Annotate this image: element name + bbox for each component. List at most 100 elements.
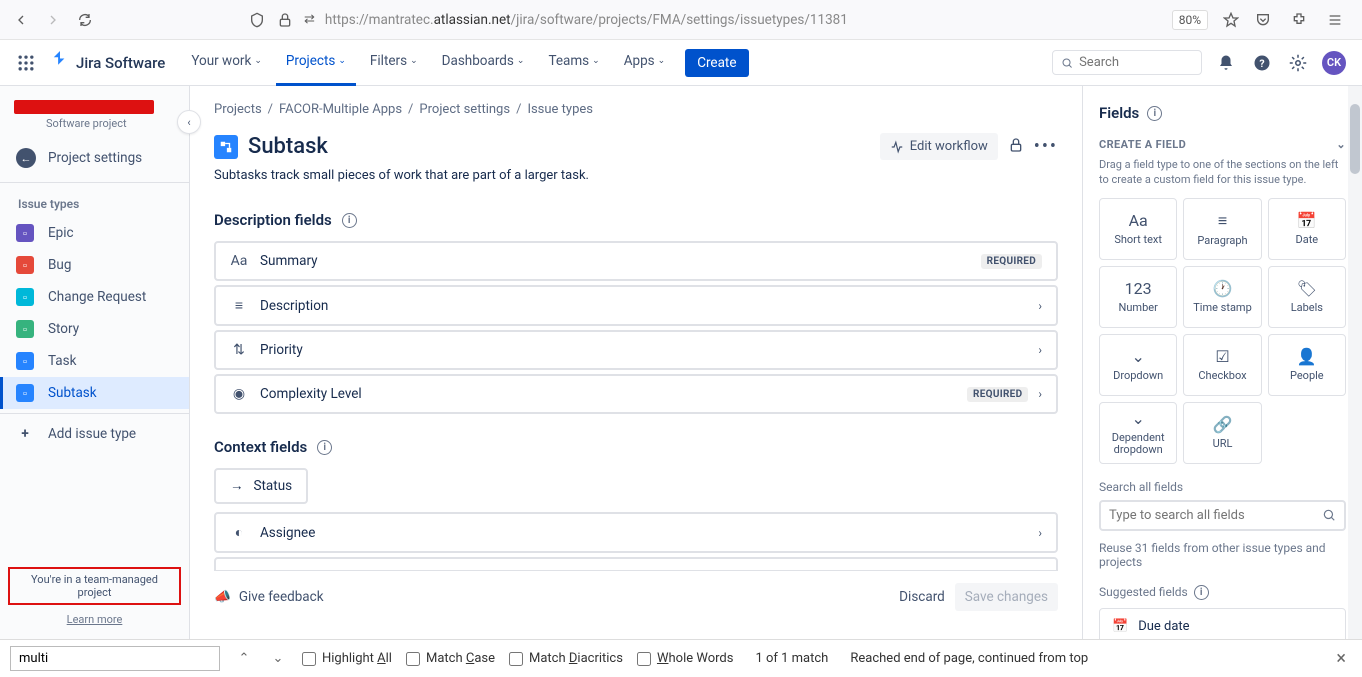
breadcrumb-item[interactable]: FACOR-Multiple Apps [279, 102, 402, 117]
issue-types-heading: Issue types [0, 187, 189, 217]
highlight-all-checkbox[interactable]: Highlight All [302, 651, 392, 666]
forward-icon[interactable] [44, 11, 62, 29]
add-issue-type[interactable]: + Add issue type [0, 418, 189, 450]
nav-your-work[interactable]: Your work⌄ [181, 40, 272, 86]
breadcrumb-item[interactable]: Issue types [527, 102, 593, 117]
field-description[interactable]: ≡Description› [214, 285, 1058, 326]
sidebar-item-change-request[interactable]: ▫Change Request [0, 281, 189, 313]
breadcrumb-item[interactable]: Project settings [419, 102, 510, 117]
status-field[interactable]: → Status [214, 468, 308, 504]
lock-icon[interactable] [276, 11, 294, 29]
field-type-short-text[interactable]: AaShort text [1099, 198, 1177, 260]
field-type-icon: ☑ [1215, 347, 1229, 366]
url-bar[interactable]: https://mantratec.atlassian.net/jira/sof… [325, 12, 848, 28]
field-type-labels[interactable]: 🏷 Labels [1268, 266, 1346, 328]
subtitle-text: Subtasks track small pieces of work that… [214, 168, 1058, 183]
sidebar-item-subtask[interactable]: ▫Subtask [0, 377, 189, 409]
learn-more-link[interactable]: Learn more [67, 613, 123, 626]
back-to-project-settings[interactable]: ← Project settings [0, 138, 189, 178]
field-type-icon: 🏷 [1297, 279, 1317, 298]
edit-workflow-button[interactable]: Edit workflow [880, 133, 998, 160]
field-type-dropdown[interactable]: ⌄Dropdown [1099, 334, 1177, 396]
menu-icon[interactable] [1326, 11, 1344, 29]
search-fields-input[interactable] [1099, 500, 1346, 531]
issue-type-icon: ▫ [16, 320, 34, 338]
nav-dashboards[interactable]: Dashboards⌄ [432, 40, 535, 86]
field-assignee[interactable]: ◐Assignee› [214, 512, 1058, 553]
info-icon[interactable]: i [1194, 585, 1209, 600]
search-fields-field[interactable] [1109, 508, 1322, 523]
field-type-dependent-dropdown[interactable]: ⌄Dependent dropdown [1099, 402, 1177, 464]
search-input[interactable] [1052, 50, 1202, 75]
pocket-icon[interactable] [1254, 11, 1272, 29]
collapse-sidebar-button[interactable]: ‹ [177, 110, 201, 134]
avatar[interactable]: CK [1322, 51, 1346, 75]
suggested-fields-label: Suggested fields [1099, 585, 1188, 599]
create-field-toggle[interactable]: CREATE A FIELD ⌄ [1099, 138, 1346, 151]
field-type-label: Labels [1291, 302, 1323, 314]
give-feedback-button[interactable]: 📣 Give feedback [214, 589, 324, 605]
info-icon[interactable]: i [342, 213, 357, 228]
suggested-field-due-date[interactable]: 📅 Due date [1099, 608, 1346, 639]
field-type-time-stamp[interactable]: 🕐Time stamp [1183, 266, 1261, 328]
help-icon[interactable]: ? [1250, 51, 1274, 75]
field-type-url[interactable]: 🔗URL [1183, 402, 1261, 464]
field-type-people[interactable]: 👤People [1268, 334, 1346, 396]
restrictions-icon[interactable] [1008, 137, 1024, 157]
create-button[interactable]: Create [685, 49, 748, 77]
breadcrumb-item[interactable]: Projects [214, 102, 262, 117]
sidebar-item-label: Story [48, 321, 79, 337]
sidebar-item-story[interactable]: ▫ Story [0, 313, 189, 345]
issue-type-icon: ▫ [16, 256, 34, 274]
sidebar-item-bug[interactable]: ▫ Bug [0, 249, 189, 281]
required-badge: REQUIRED [967, 387, 1028, 402]
permissions-icon[interactable]: ⇄ [304, 11, 315, 29]
field-type-date[interactable]: 📅Date [1268, 198, 1346, 260]
zoom-level[interactable]: 80% [1172, 10, 1208, 30]
scrollbar-thumb[interactable] [1350, 104, 1360, 174]
info-icon[interactable]: i [1147, 106, 1162, 121]
back-icon[interactable] [12, 11, 30, 29]
field-type-paragraph[interactable]: ≡Paragraph [1183, 198, 1261, 260]
reload-icon[interactable] [76, 11, 94, 29]
field-summary[interactable]: AaSummaryREQUIRED [214, 241, 1058, 281]
field-complexity-level[interactable]: ◉Complexity LevelREQUIRED› [214, 374, 1058, 414]
find-next-icon[interactable]: ⌄ [268, 649, 288, 669]
field-priority[interactable]: ⇅Priority› [214, 330, 1058, 370]
info-icon[interactable]: i [317, 440, 332, 455]
match-diacritics-checkbox[interactable]: Match Diacritics [509, 651, 623, 666]
chevron-down-icon: ⌄ [517, 56, 525, 66]
sidebar-item-task[interactable]: ▫Task [0, 345, 189, 377]
extensions-icon[interactable] [1290, 11, 1308, 29]
discard-button[interactable]: Discard [889, 583, 955, 611]
shield-icon[interactable] [248, 11, 266, 29]
sidebar-item-label: Bug [48, 257, 71, 273]
field-type-icon: 123 [1125, 279, 1152, 298]
chevron-down-icon: ⌄ [338, 56, 346, 66]
field-type-checkbox[interactable]: ☑ Checkbox [1183, 334, 1261, 396]
nav-apps[interactable]: Apps⌄ [614, 40, 675, 86]
search-field[interactable] [1079, 55, 1193, 70]
more-actions-icon[interactable]: ••• [1034, 136, 1058, 157]
field-name: Summary [260, 253, 318, 269]
bookmark-icon[interactable] [1222, 11, 1240, 29]
find-in-page-bar: ⌃ ⌄ Highlight All Match Case Match Diacr… [0, 639, 1362, 677]
close-findbar-icon[interactable]: × [1330, 648, 1352, 669]
nav-filters[interactable]: Filters⌄ [360, 40, 428, 86]
field-type-label: Checkbox [1198, 370, 1246, 382]
nav-projects[interactable]: Projects⌄ [276, 40, 356, 86]
sidebar-item-epic[interactable]: ▫Epic [0, 217, 189, 249]
notifications-icon[interactable] [1214, 51, 1238, 75]
field-type-number[interactable]: 123Number [1099, 266, 1177, 328]
match-case-checkbox[interactable]: Match Case [406, 651, 495, 666]
required-badge: REQUIRED [981, 254, 1042, 269]
jira-logo[interactable]: Jira Software [50, 51, 165, 75]
nav-teams[interactable]: Teams⌄ [538, 40, 609, 86]
find-prev-icon[interactable]: ⌃ [234, 649, 254, 669]
find-input[interactable] [10, 646, 220, 671]
arrow-right-icon: → [230, 478, 244, 494]
whole-words-checkbox[interactable]: Whole Words [637, 651, 733, 666]
app-switcher-icon[interactable] [16, 53, 36, 73]
jira-icon [50, 51, 70, 75]
settings-icon[interactable] [1286, 51, 1310, 75]
